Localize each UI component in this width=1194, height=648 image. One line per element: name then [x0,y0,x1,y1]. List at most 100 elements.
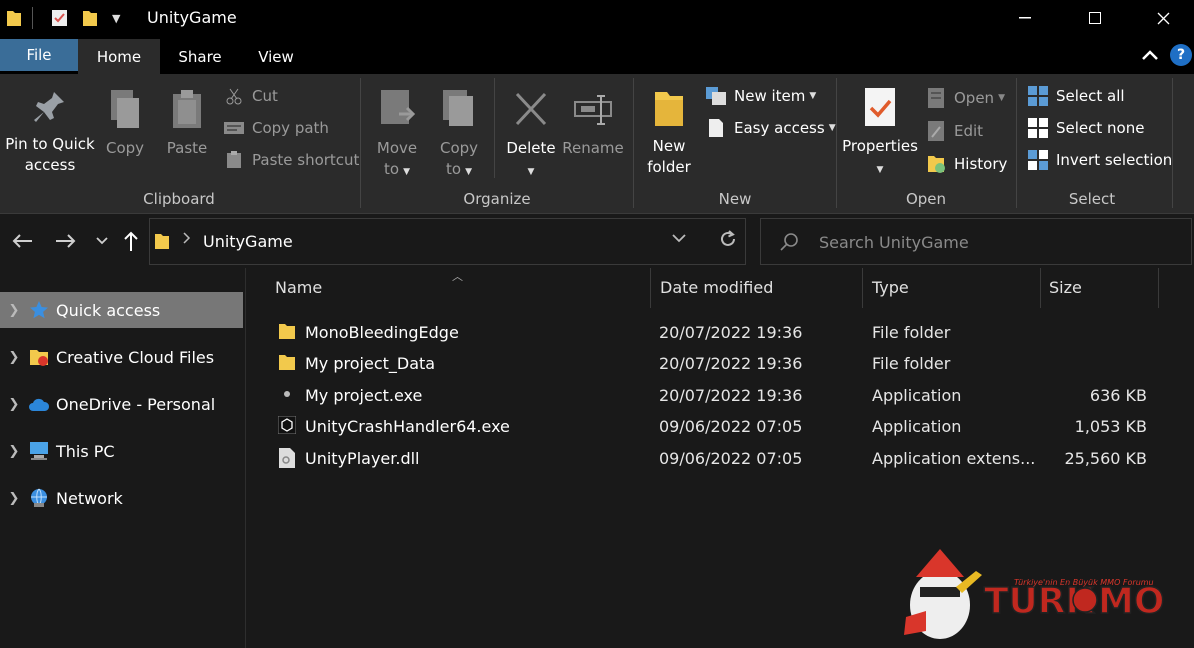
file-date: 20/07/2022 19:36 [659,323,803,342]
expand-chevron-icon[interactable]: ❯ [0,397,28,412]
breadcrumb-chevron-icon[interactable] [183,231,191,249]
rename-icon [574,95,612,125]
ribbon: Pin to Quick access Copy Paste Cut Copy … [0,74,1194,214]
file-name: UnityPlayer.dll [305,449,420,468]
paste-shortcut-button[interactable]: Paste shortcut [224,148,359,172]
group-divider [633,78,634,208]
select-none-label: Select none [1056,119,1145,137]
file-date: 20/07/2022 19:36 [659,354,803,373]
refresh-icon[interactable] [718,229,738,254]
group-divider [1172,78,1173,208]
search-input[interactable]: Search UnityGame [760,218,1192,265]
file-size: 1,053 KB [1074,417,1147,436]
address-bar[interactable]: UnityGame [149,218,746,265]
properties-quick-icon[interactable] [50,8,70,28]
column-header-name[interactable]: Name [275,278,322,297]
column-divider[interactable] [862,268,863,308]
edit-button[interactable]: Edit [926,119,983,143]
window-title: UnityGame [147,8,237,27]
address-dropdown-chevron-icon[interactable] [672,231,686,247]
close-button[interactable] [1128,0,1194,36]
breadcrumb-unitygame[interactable]: UnityGame [203,232,293,251]
group-divider [360,78,361,208]
tab-view[interactable]: View [245,39,307,74]
easy-access-button[interactable]: Easy access ▼ [706,116,836,140]
file-size: 25,560 KB [1064,449,1147,468]
new-folder-quick-icon[interactable] [82,8,98,28]
pin-to-quick-access-button[interactable]: Pin to Quick access [4,88,96,176]
minimize-button[interactable] [990,0,1060,36]
nav-item-network[interactable]: ❯ Network [0,480,243,516]
easy-access-label: Easy access [734,119,825,137]
paste-icon [173,90,201,128]
move-to-button[interactable]: Move to ▼ [370,88,424,183]
paste-button[interactable]: Paste [162,88,212,159]
maximize-button[interactable] [1060,0,1130,36]
customize-quick-access-icon[interactable]: ▼ [112,8,120,28]
expand-chevron-icon[interactable]: ❯ [0,350,28,365]
title-bar: ▼ UnityGame [0,0,1194,36]
back-arrow-icon[interactable] [10,228,34,254]
folder-icon [154,232,170,254]
folder-icon [6,8,22,28]
new-folder-icon [655,92,683,126]
column-header-date[interactable]: Date modified [660,278,773,297]
rename-label: Rename [562,139,624,157]
group-divider [836,78,837,208]
up-arrow-icon[interactable] [119,228,143,254]
cut-button[interactable]: Cut [224,84,278,108]
file-row[interactable]: My project.exe 20/07/2022 19:36 Applicat… [270,381,1170,411]
file-row[interactable]: UnityCrashHandler64.exe 09/06/2022 07:05… [270,412,1170,442]
column-divider[interactable] [1158,268,1159,308]
copy-button[interactable]: Copy [100,88,150,159]
folder-icon [278,322,298,342]
new-folder-button[interactable]: New folder [640,88,698,178]
expand-chevron-icon[interactable]: ❯ [0,303,28,318]
new-item-button[interactable]: New item ▼ [706,84,816,108]
tab-home[interactable]: Home [78,39,160,74]
column-header-type[interactable]: Type [872,278,909,297]
recent-locations-chevron-icon[interactable] [90,228,114,254]
column-divider[interactable] [650,268,651,308]
properties-button[interactable]: Properties ▼ [842,86,918,181]
nav-item-quick-access[interactable]: ❯ Quick access [0,292,243,328]
dll-icon [278,448,298,468]
file-row[interactable]: UnityPlayer.dll 09/06/2022 07:05 Applica… [270,444,1170,474]
tab-file[interactable]: File [0,39,78,71]
help-icon[interactable]: ? [1170,44,1192,66]
select-all-label: Select all [1056,87,1125,105]
history-label: History [954,155,1008,173]
rename-button[interactable]: Rename [562,88,624,159]
expand-chevron-icon[interactable]: ❯ [0,444,28,459]
nav-item-onedrive[interactable]: ❯ OneDrive - Personal [0,386,243,422]
expand-chevron-icon[interactable]: ❯ [0,491,28,506]
history-button[interactable]: History [926,152,1007,176]
file-row[interactable]: My project_Data 20/07/2022 19:36 File fo… [270,349,1170,379]
forward-arrow-icon[interactable] [54,228,78,254]
select-none-button[interactable]: Select none [1028,116,1144,140]
nav-item-this-pc[interactable]: ❯ This PC [0,433,243,469]
select-all-icon [1028,86,1048,106]
copy-label: Copy [105,139,145,157]
column-divider[interactable] [1040,268,1041,308]
open-icon [926,88,946,108]
column-header-size[interactable]: Size [1049,278,1082,297]
tab-share[interactable]: Share [165,39,235,74]
select-all-button[interactable]: Select all [1028,84,1125,108]
easy-access-icon [706,118,726,138]
delete-button[interactable]: Delete ▼ [504,88,558,183]
copy-path-button[interactable]: Copy path [224,116,329,140]
delete-x-icon [515,92,547,126]
invert-selection-button[interactable]: Invert selection [1028,148,1172,172]
organize-group-label: Organize [463,190,531,208]
nav-item-label: Creative Cloud Files [56,347,215,367]
copy-icon [111,90,139,128]
turkmmo-watermark-logo: TURK MO Türkiye'nin En Büyük MMO Forumu [900,545,1194,648]
copy-to-button[interactable]: Copy to ▼ [432,88,486,183]
file-name: UnityCrashHandler64.exe [305,417,510,436]
nav-item-creative-cloud-files[interactable]: ❯ Creative Cloud Files [0,339,243,375]
star-icon [28,299,50,321]
collapse-ribbon-icon[interactable] [1138,44,1162,68]
file-row[interactable]: MonoBleedingEdge 20/07/2022 19:36 File f… [270,318,1170,348]
open-button[interactable]: Open ▼ [926,86,1005,110]
